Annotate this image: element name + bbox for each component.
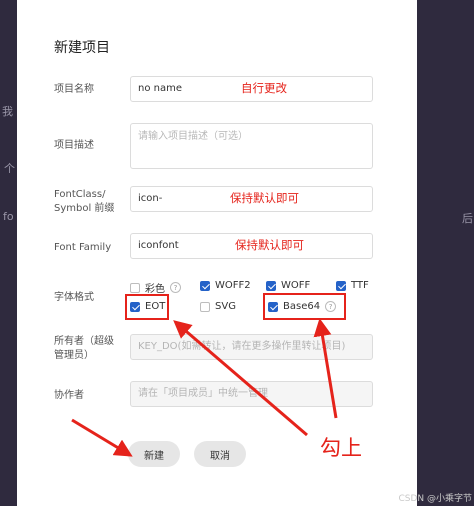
- name-annotation: 自行更改: [241, 81, 287, 95]
- collab-label: 协作者: [54, 390, 84, 401]
- format-svg-checkbox[interactable]: SVG: [200, 301, 236, 312]
- format-svg-label: SVG: [215, 301, 236, 312]
- help-icon[interactable]: ?: [170, 282, 181, 293]
- background-text: 个: [4, 162, 15, 175]
- format-ttf-label: TTF: [351, 280, 369, 291]
- owner-input: KEY_DO(如需转让，请在更多操作里转让项目): [130, 334, 373, 360]
- checkbox-box[interactable]: [130, 282, 140, 293]
- checkbox-box[interactable]: [200, 280, 210, 291]
- create-button[interactable]: 新建: [128, 441, 180, 467]
- format-label: 字体格式: [54, 292, 94, 303]
- big-annotation: 勾上: [320, 436, 362, 460]
- format-color-label: 彩色: [145, 284, 165, 295]
- cancel-button[interactable]: 取消: [194, 441, 246, 467]
- name-label: 项目名称: [54, 84, 94, 95]
- format-woff2-label: WOFF2: [215, 280, 251, 291]
- owner-label-line1: 所有者（超级: [54, 336, 114, 347]
- family-label: Font Family: [54, 242, 112, 253]
- collaborators-input: 请在「项目成员」中统一管理: [130, 381, 373, 407]
- prefix-label-line2: Symbol 前缀: [54, 203, 115, 214]
- format-ttf-checkbox[interactable]: TTF: [336, 280, 369, 291]
- base64-highlight-box: [263, 293, 346, 320]
- checkbox-box[interactable]: [266, 280, 276, 291]
- desc-label: 项目描述: [54, 140, 94, 151]
- watermark: CSDN @小乘字节: [398, 494, 472, 504]
- new-project-dialog: 新建项目 项目名称 no name 自行更改 项目描述 请输入项目描述（可选） …: [17, 0, 417, 506]
- eot-highlight-box: [125, 294, 169, 320]
- background-text: 后: [462, 212, 473, 225]
- checkbox-box[interactable]: [200, 301, 210, 312]
- checkbox-box[interactable]: [336, 280, 346, 291]
- dialog-title: 新建项目: [54, 40, 110, 56]
- format-woff-checkbox[interactable]: WOFF: [266, 280, 310, 291]
- prefix-label-line1: FontClass/: [54, 189, 106, 200]
- format-woff-label: WOFF: [281, 280, 311, 291]
- owner-label-line2: 管理员）: [54, 350, 94, 361]
- project-desc-textarea[interactable]: 请输入项目描述（可选）: [130, 123, 373, 169]
- prefix-annotation: 保持默认即可: [230, 191, 299, 205]
- format-woff2-checkbox[interactable]: WOFF2: [200, 280, 251, 291]
- format-color-checkbox[interactable]: 彩色 ?: [130, 280, 181, 295]
- background-text: 我: [2, 105, 13, 118]
- family-annotation: 保持默认即可: [235, 238, 304, 252]
- background-text: fo: [3, 210, 14, 223]
